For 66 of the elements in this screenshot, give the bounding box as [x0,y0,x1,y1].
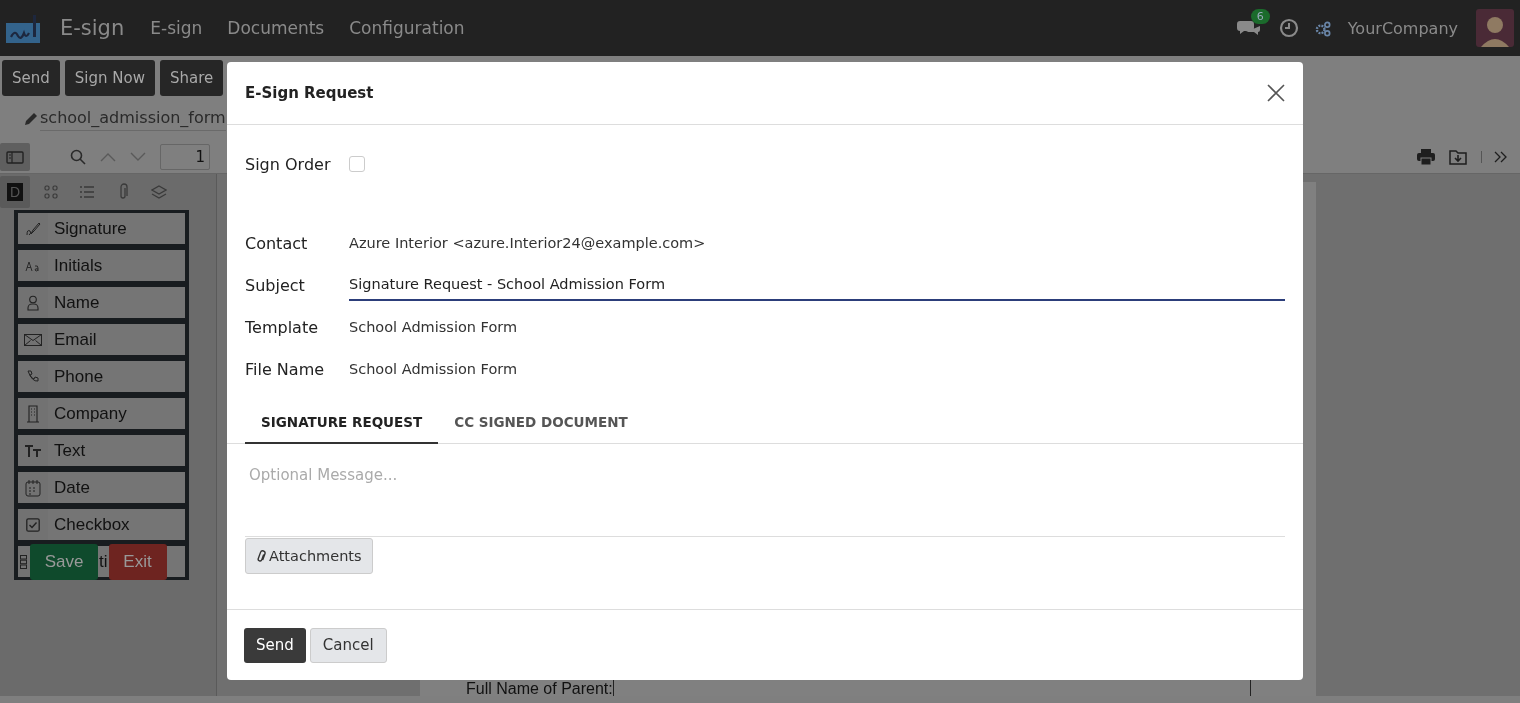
field-value[interactable]: School Admission Form [349,319,518,335]
cancel-button[interactable]: Cancel [309,627,387,663]
action-button[interactable]: Share [159,60,224,96]
tab[interactable]: CC SIGNED DOCUMENT [438,402,644,444]
phone-icon [26,369,40,384]
dialog-title: E-Sign Request [245,84,374,102]
person-icon [27,294,39,311]
field-value[interactable]: Azure Interior <azure.Interior24@example.com> [349,235,706,251]
gears-icon[interactable] [1314,19,1332,37]
close-icon[interactable] [1267,84,1285,102]
field-item[interactable]: Text [18,435,185,466]
field-item[interactable]: Checkbox [18,509,185,540]
action-button[interactable]: Sign Now [64,60,155,96]
field-item[interactable]: Email [18,324,185,355]
paperclip-icon [256,549,266,563]
field-label: Contact [245,233,309,253]
layers-icon [151,185,167,199]
field-label: ti [99,551,108,572]
logo-icon[interactable] [6,13,40,43]
field-value[interactable]: School Admission Form [349,361,518,377]
field-item[interactable]: Save ti Exit [18,546,185,577]
list-icon [79,185,95,199]
chat-icon[interactable] [1236,18,1261,38]
menu-item[interactable]: Documents [227,18,325,38]
building-icon [26,404,40,423]
pen-icon [25,220,41,237]
field-item[interactable]: Date [18,472,185,503]
menu-item[interactable]: Configuration [349,18,465,38]
send-button[interactable]: Send [244,627,306,663]
paperclip-icon [118,183,128,201]
text-size-icon [24,443,42,458]
font-size-icon [25,259,41,272]
field-item[interactable]: Name [18,287,185,318]
sidebar-tab[interactable]: D [0,176,30,208]
list-icon [20,554,27,569]
app-name[interactable]: E-sign [60,16,125,40]
checkbox-icon [26,517,40,532]
search-icon[interactable] [70,148,86,165]
attachments-button[interactable]: Attachments [245,538,373,574]
field-label: Subject [245,275,306,295]
calendar-icon [25,478,41,497]
company-name[interactable]: YourCompany [1347,18,1458,38]
field-item[interactable]: Phone [18,361,185,392]
notification-badge: 6 [1250,9,1270,24]
envelope-icon [24,333,42,346]
field-item[interactable]: Initials [18,250,185,281]
field-label: Sign Order [245,154,332,174]
download-icon[interactable] [1449,148,1467,165]
pencil-icon [24,112,38,126]
action-button[interactable]: Send [2,60,60,96]
sidebar-toggle-icon[interactable] [0,142,30,171]
checkbox[interactable] [349,156,365,172]
field-label: File Name [245,359,326,379]
grid-icon [44,185,58,199]
exit-button[interactable]: Exit [108,543,167,580]
form-label: Full Name of Parent: [466,679,613,696]
print-icon[interactable] [1417,148,1435,165]
menu-item[interactable]: E-sign [150,18,203,38]
avatar[interactable] [1476,9,1514,47]
save-button[interactable]: Save [30,543,98,580]
document-name[interactable]: school_admission_form [40,107,226,131]
field-label: Template [245,317,319,337]
field-item[interactable]: Company [18,398,185,429]
clock-icon[interactable] [1278,18,1299,38]
page-number-field[interactable]: 1 [160,143,210,170]
field-item[interactable]: Signature [18,213,185,244]
